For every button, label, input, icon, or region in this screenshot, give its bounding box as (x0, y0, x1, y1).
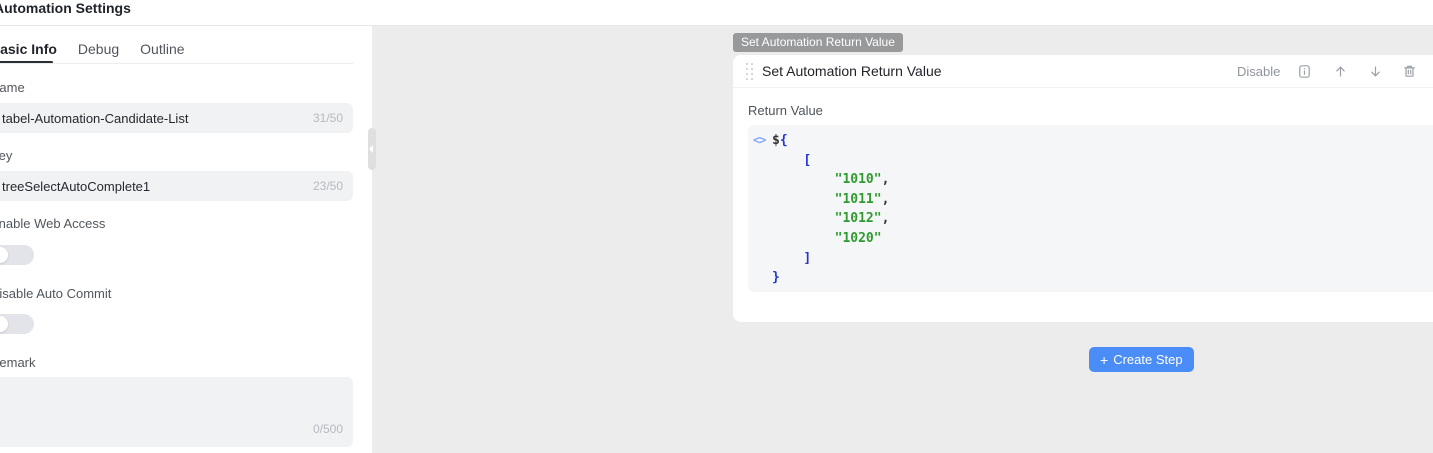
remark-label: Remark (0, 355, 36, 370)
remark-textarea-wrap: 0/500 (0, 377, 353, 447)
trash-icon[interactable] (1402, 64, 1417, 79)
panel-collapse-handle[interactable] (368, 128, 376, 170)
tab-outline[interactable]: Outline (140, 36, 184, 62)
name-char-counter: 31/50 (312, 111, 343, 125)
page-title: Automation Settings (0, 0, 131, 16)
settings-panel: Basic Info Debug Outline Name 31/50 Key … (0, 26, 372, 453)
return-value-code-editor[interactable]: <> ${ [ "1010", "1011", "1012", "1020" ]… (748, 125, 1433, 292)
create-step-label: Create Step (1113, 352, 1183, 367)
code-content: ${ [ "1010", "1011", "1012", "1020" ]} (772, 131, 889, 288)
tabs-divider (0, 63, 353, 64)
step-card: Set Automation Return Value Disable Retu… (733, 55, 1433, 322)
step-title: Set Automation Return Value (762, 63, 942, 79)
disable-auto-commit-label: Disable Auto Commit (0, 286, 112, 301)
code-line: [ (803, 152, 812, 168)
key-input[interactable] (0, 171, 353, 201)
remark-char-counter: 0/500 (312, 422, 343, 436)
code-line: "1020" (834, 230, 882, 246)
code-line: "1012", (834, 211, 890, 227)
code-line: "1011", (834, 191, 890, 207)
plus-icon: + (1100, 351, 1109, 368)
return-value-label: Return Value (748, 103, 823, 118)
code-line: } (772, 270, 780, 286)
name-input-wrap: 31/50 (0, 103, 353, 133)
name-input[interactable] (0, 103, 353, 133)
disable-auto-commit-toggle[interactable] (0, 314, 34, 334)
step-card-header: Set Automation Return Value Disable (733, 55, 1433, 88)
tab-basic-info[interactable]: Basic Info (0, 36, 57, 62)
settings-panel-content: Basic Info Debug Outline Name 31/50 Key … (0, 26, 353, 453)
automation-steps-area: Set Automation Return Value Set Automati… (372, 26, 1433, 453)
enable-web-access-label: Enable Web Access (0, 216, 106, 231)
name-label: Name (0, 80, 25, 95)
remark-textarea[interactable] (0, 377, 353, 447)
toggle-knob (0, 247, 8, 263)
create-step-button[interactable]: + Create Step (1089, 347, 1194, 372)
move-down-icon[interactable] (1368, 64, 1383, 79)
step-tooltip: Set Automation Return Value (733, 33, 903, 52)
triangle-left-icon (369, 145, 373, 153)
code-icon: <> (753, 133, 766, 147)
enable-web-access-toggle[interactable] (0, 245, 34, 265)
settings-tabs: Basic Info Debug Outline (0, 36, 185, 62)
drag-handle-icon[interactable] (746, 63, 753, 80)
key-input-wrap: 23/50 (0, 171, 353, 201)
document-info-icon[interactable] (1297, 64, 1312, 79)
tab-debug[interactable]: Debug (78, 36, 119, 62)
key-label: Key (0, 148, 13, 163)
page-header: Automation Settings (0, 0, 1433, 26)
key-char-counter: 23/50 (312, 179, 343, 193)
code-line: ${ (772, 133, 788, 148)
code-line: ] (803, 250, 812, 266)
code-line: "1010", (834, 172, 890, 188)
disable-step-button[interactable]: Disable (1237, 55, 1280, 88)
move-up-icon[interactable] (1333, 64, 1348, 79)
toggle-knob (0, 316, 8, 332)
